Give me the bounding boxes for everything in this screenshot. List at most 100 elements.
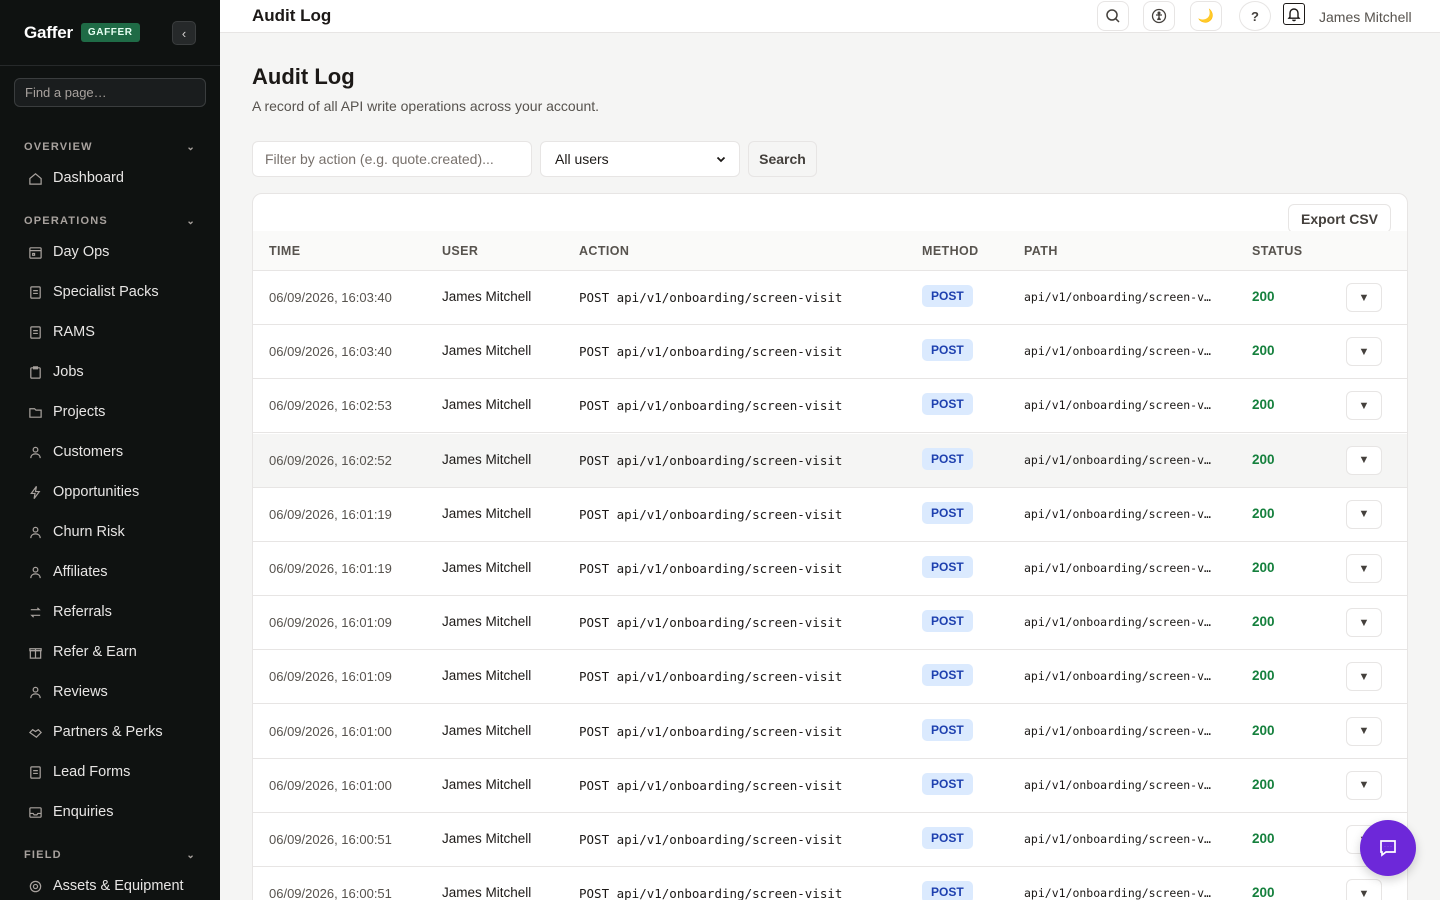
action-cell: POST api/v1/onboarding/screen-visit (579, 723, 843, 739)
table-row[interactable]: 06/09/2026, 16:01:09 James Mitchell POST… (253, 596, 1407, 651)
path-cell: api/v1/onboarding/screen-v… (1024, 723, 1211, 738)
expand-row-button[interactable]: ▼ (1346, 716, 1382, 746)
sidebar-item-enquiries[interactable]: Enquiries (0, 792, 220, 832)
table-row[interactable]: 06/09/2026, 16:02:52 James Mitchell POST… (253, 433, 1407, 488)
search-icon[interactable] (1097, 1, 1129, 31)
method-badge: POST (922, 339, 973, 362)
expand-row-button[interactable]: ▼ (1346, 445, 1382, 475)
users-icon (27, 684, 43, 700)
status-cell: 200 (1252, 776, 1275, 792)
column-header-action: ACTION (579, 244, 630, 258)
sidebar-item-label: Dashboard (53, 170, 124, 186)
table-row[interactable]: 06/09/2026, 16:03:40 James Mitchell POST… (253, 271, 1407, 325)
time-cell: 06/09/2026, 16:01:00 (269, 723, 392, 739)
method-badge: POST (922, 827, 973, 849)
sidebar-item-label: Referrals (53, 604, 112, 620)
bell-icon[interactable] (1283, 3, 1305, 25)
users-icon (27, 444, 43, 460)
table-row[interactable]: 06/09/2026, 16:01:19 James Mitchell POST… (253, 487, 1407, 542)
sidebar-item-churn-risk[interactable]: Churn Risk (0, 512, 220, 552)
status-cell: 200 (1252, 668, 1275, 684)
audit-log-table-card: Export CSV TIME USER ACTION METHOD PATH … (252, 193, 1408, 900)
sidebar-item-specialist-packs[interactable]: Specialist Packs (0, 272, 220, 312)
user-cell: James Mitchell (442, 505, 532, 521)
action-cell: POST api/v1/onboarding/screen-visit (579, 506, 843, 522)
user-filter-select[interactable]: All users (540, 141, 740, 177)
sidebar-item-label: Customers (53, 444, 124, 460)
search-button[interactable]: Search (748, 141, 817, 177)
method-badge: POST (922, 556, 973, 578)
time-cell: 06/09/2026, 16:01:19 (269, 561, 392, 576)
help-icon[interactable]: ? (1239, 1, 1271, 31)
column-header-path: PATH (1024, 244, 1058, 258)
collapse-sidebar-button[interactable]: ‹ (172, 21, 196, 45)
expand-row-button[interactable]: ▼ (1346, 391, 1382, 421)
sidebar-item-rams[interactable]: RAMS (0, 312, 220, 352)
section-header-field[interactable]: FIELD ⌄ (0, 847, 220, 863)
chevron-down-icon: ⌄ (186, 141, 196, 153)
time-cell: 06/09/2026, 16:02:53 (269, 398, 392, 414)
find-page-input[interactable]: Find a page… (14, 78, 206, 107)
page-subtitle: A record of all API write operations acr… (252, 98, 600, 114)
export-csv-button[interactable]: Export CSV (1287, 204, 1391, 233)
action-cell: POST api/v1/onboarding/screen-visit (579, 344, 843, 360)
table-row[interactable]: 06/09/2026, 16:00:51 James Mitchell POST… (253, 867, 1407, 900)
sidebar-item-opportunities[interactable]: Opportunities (0, 472, 220, 512)
sidebar-item-day-ops[interactable]: Day Ops (0, 232, 220, 272)
clipboard-icon (27, 364, 43, 380)
path-cell: api/v1/onboarding/screen-v… (1024, 452, 1211, 467)
table-row[interactable]: 06/09/2026, 16:01:00 James Mitchell POST… (253, 704, 1407, 759)
sidebar-item-affiliates[interactable]: Affiliates (0, 552, 220, 592)
method-badge: POST (922, 772, 973, 795)
sidebar-item-label: Churn Risk (53, 524, 125, 540)
path-cell: api/v1/onboarding/screen-v… (1024, 832, 1211, 846)
accessibility-icon[interactable] (1143, 1, 1175, 31)
expand-row-button[interactable]: ▼ (1346, 662, 1382, 692)
arrows-icon (27, 604, 43, 620)
sidebar-item-dashboard[interactable]: Dashboard (0, 158, 220, 198)
method-badge: POST (922, 285, 973, 307)
section-header-overview[interactable]: OVERVIEW ⌄ (0, 139, 220, 155)
section-header-operations[interactable]: OPERATIONS ⌄ (0, 213, 220, 229)
sidebar-item-label: Lead Forms (53, 764, 131, 780)
expand-row-button[interactable]: ▼ (1346, 283, 1382, 312)
sidebar-item-assets-equipment[interactable]: Assets & Equipment (0, 866, 220, 900)
user-cell: James Mitchell (442, 776, 532, 792)
bolt-icon (27, 484, 43, 500)
expand-row-button[interactable]: ▼ (1346, 337, 1382, 367)
method-badge: POST (922, 393, 973, 416)
user-cell: James Mitchell (442, 343, 532, 359)
sidebar-item-partners-perks[interactable]: Partners & Perks (0, 712, 220, 752)
action-filter-input[interactable]: Filter by action (e.g. quote.created)... (252, 141, 532, 177)
expand-row-button[interactable]: ▼ (1346, 608, 1382, 638)
sidebar-item-reviews[interactable]: Reviews (0, 672, 220, 712)
expand-row-button[interactable]: ▼ (1346, 879, 1382, 900)
table-row[interactable]: 06/09/2026, 16:01:19 James Mitchell POST… (253, 542, 1407, 596)
user-cell: James Mitchell (442, 668, 532, 684)
sidebar-item-refer-earn[interactable]: Refer & Earn (0, 632, 220, 672)
sidebar-item-customers[interactable]: Customers (0, 432, 220, 472)
sidebar-item-lead-forms[interactable]: Lead Forms (0, 752, 220, 792)
user-cell: James Mitchell (442, 560, 532, 575)
table-row[interactable]: 06/09/2026, 16:00:51 James Mitchell POST… (253, 813, 1407, 867)
expand-row-button[interactable]: ▼ (1346, 499, 1382, 529)
expand-row-button[interactable]: ▼ (1346, 554, 1382, 583)
table-row[interactable]: 06/09/2026, 16:01:09 James Mitchell POST… (253, 650, 1407, 705)
user-cell: James Mitchell (442, 722, 532, 738)
chat-button[interactable] (1360, 820, 1416, 876)
theme-toggle-icon[interactable]: 🌙 (1190, 1, 1222, 31)
table-row[interactable]: 06/09/2026, 16:03:40 James Mitchell POST… (253, 325, 1407, 380)
table-row[interactable]: 06/09/2026, 16:01:00 James Mitchell POST… (253, 758, 1407, 813)
sidebar-item-projects[interactable]: Projects (0, 392, 220, 432)
expand-row-button[interactable]: ▼ (1346, 770, 1382, 800)
sidebar-item-jobs[interactable]: Jobs (0, 352, 220, 392)
user-menu[interactable]: James Mitchell (1319, 9, 1412, 25)
table-row[interactable]: 06/09/2026, 16:02:53 James Mitchell POST… (253, 379, 1407, 434)
sidebar-item-referrals[interactable]: Referrals (0, 592, 220, 632)
section-title: OPERATIONS (24, 215, 108, 227)
handshake-icon (27, 724, 43, 740)
status-cell: 200 (1252, 885, 1275, 900)
method-badge: POST (922, 718, 973, 741)
brand: Gaffer GAFFER ‹ (0, 0, 220, 66)
user-filter-value: All users (555, 151, 609, 167)
